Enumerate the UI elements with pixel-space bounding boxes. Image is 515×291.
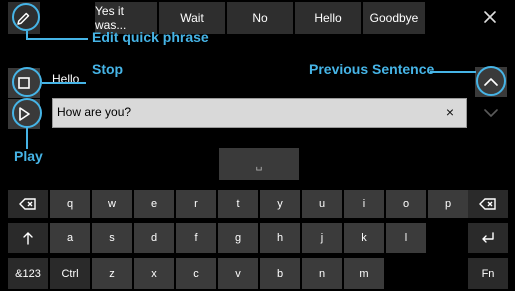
key-e[interactable]: e xyxy=(134,190,174,218)
keyboard-row-1: qwertyuiop xyxy=(50,190,468,218)
key-t[interactable]: t xyxy=(218,190,258,218)
chevron-down-icon xyxy=(484,108,498,118)
close-icon xyxy=(483,10,497,24)
text-input[interactable]: How are you? × xyxy=(52,98,467,128)
key-a[interactable]: a xyxy=(50,223,90,253)
edit-callout-label: Edit quick phrase xyxy=(92,29,209,45)
play-callout-line xyxy=(26,127,28,149)
key-h[interactable]: h xyxy=(260,223,300,253)
key-z[interactable]: z xyxy=(92,258,132,289)
phrase-button-goodbye[interactable]: Goodbye xyxy=(363,2,425,34)
stop-callout-label: Stop xyxy=(92,61,124,77)
key-ctrl[interactable]: Ctrl xyxy=(50,258,90,289)
edit-callout-line-h xyxy=(26,38,88,40)
phrase-button-no[interactable]: No xyxy=(227,2,293,34)
play-callout-ring xyxy=(12,98,42,128)
space-label: ␣ xyxy=(255,158,263,171)
key-u[interactable]: u xyxy=(302,190,342,218)
key-fn[interactable]: Fn xyxy=(468,258,508,289)
key-f[interactable]: f xyxy=(176,223,216,253)
key-b[interactable]: b xyxy=(260,258,300,289)
stop-callout-line xyxy=(42,82,86,84)
key-d[interactable]: d xyxy=(134,223,174,253)
key-n[interactable]: n xyxy=(302,258,342,289)
key-y[interactable]: y xyxy=(260,190,300,218)
key-w[interactable]: w xyxy=(92,190,132,218)
key-q[interactable]: q xyxy=(50,190,90,218)
key-m[interactable]: m xyxy=(344,258,384,289)
key-p[interactable]: p xyxy=(428,190,468,218)
key-k[interactable]: k xyxy=(344,223,384,253)
stop-callout-ring xyxy=(12,67,42,97)
key-s[interactable]: s xyxy=(92,223,132,253)
backspace-icon xyxy=(19,198,37,210)
key-enter[interactable] xyxy=(468,223,508,253)
prev-callout-line xyxy=(430,71,476,73)
key-backspace-right[interactable] xyxy=(468,190,508,218)
shift-arrow-icon xyxy=(22,231,34,245)
prev-callout-ring xyxy=(476,66,506,96)
key-backspace-left[interactable] xyxy=(8,190,48,218)
keyboard-row-2: asdfghjkl xyxy=(50,223,466,253)
phrase-button-hello[interactable]: Hello xyxy=(295,2,361,34)
key-o[interactable]: o xyxy=(386,190,426,218)
keyboard-row-3: zxcvbnm xyxy=(92,258,466,289)
input-value: How are you? xyxy=(57,105,132,119)
prev-callout-label: Previous Sentence xyxy=(309,61,435,77)
key-x[interactable]: x xyxy=(134,258,174,289)
key-g[interactable]: g xyxy=(218,223,258,253)
key-l[interactable]: l xyxy=(386,223,426,253)
key-j[interactable]: j xyxy=(302,223,342,253)
backspace-icon xyxy=(479,198,497,210)
key-shift[interactable] xyxy=(8,223,48,253)
key-i[interactable]: i xyxy=(344,190,384,218)
play-callout-label: Play xyxy=(14,148,43,164)
enter-icon xyxy=(481,232,495,244)
key-r[interactable]: r xyxy=(176,190,216,218)
key-v[interactable]: v xyxy=(218,258,258,289)
key-symbols[interactable]: &123 xyxy=(8,258,48,289)
space-key[interactable]: ␣ xyxy=(219,148,299,180)
key-c[interactable]: c xyxy=(176,258,216,289)
edit-callout-ring xyxy=(12,3,40,31)
next-sentence-button[interactable] xyxy=(475,98,507,128)
clear-icon[interactable]: × xyxy=(446,104,454,120)
close-button[interactable] xyxy=(479,6,501,28)
